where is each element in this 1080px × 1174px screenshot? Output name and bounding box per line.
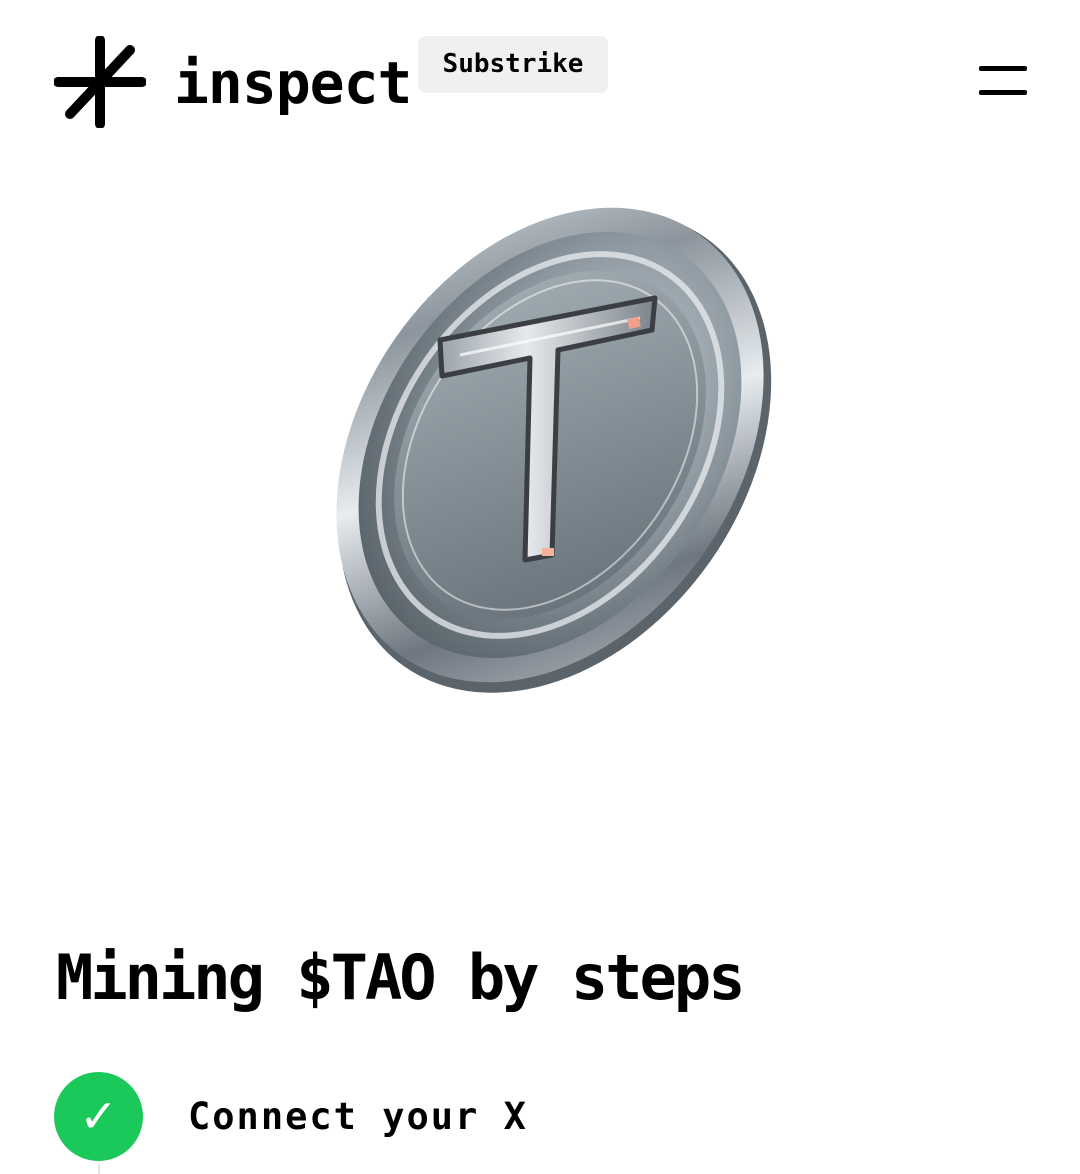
page: inspect Substrike T Mining $TAO by steps… [0,0,1080,1174]
coin-letter: T [310,180,311,181]
hamburger-menu-icon[interactable] [976,62,1030,102]
brand-name[interactable]: inspect [174,48,412,118]
project-badge: Substrike [418,36,608,93]
step-label: Connect your X [188,1095,528,1138]
step-connector [98,1164,100,1174]
step-connect-x[interactable]: ✓ Connect your X [54,1072,754,1174]
asterisk-logo-icon[interactable] [54,36,146,128]
header: inspect Substrike [0,0,1080,150]
menu-bar-bottom [979,90,1027,95]
menu-bar-top [979,66,1027,71]
checkmark-icon: ✓ [54,1072,143,1161]
tao-coin-image: T [310,180,772,693]
page-title: Mining $TAO by steps [56,941,746,1014]
